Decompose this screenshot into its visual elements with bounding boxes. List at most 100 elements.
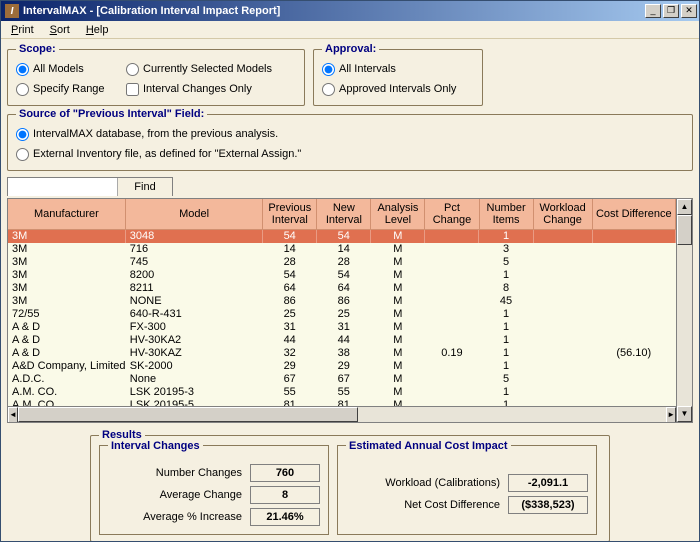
col-analysis-level[interactable]: Analysis Level xyxy=(371,199,425,230)
table-row[interactable]: 3M7452828M5 xyxy=(8,256,676,269)
cell: A&D Company, Limited xyxy=(8,360,126,373)
cell xyxy=(425,373,479,386)
cell: A.M. CO. xyxy=(8,399,126,406)
cell xyxy=(425,386,479,399)
cell: 1 xyxy=(479,399,533,406)
v-scroll-thumb[interactable] xyxy=(677,215,692,245)
table-row[interactable]: 3M82116464M8 xyxy=(8,282,676,295)
cell: 31 xyxy=(317,321,371,334)
cell: 81 xyxy=(317,399,371,406)
table-row[interactable]: 3M7161414M3 xyxy=(8,243,676,256)
cell: 716 xyxy=(126,243,263,256)
cell: 54 xyxy=(263,269,317,282)
col-number-items[interactable]: Number Items xyxy=(480,199,534,230)
menu-sort[interactable]: Sort xyxy=(44,23,76,37)
cell xyxy=(425,360,479,373)
cell: 54 xyxy=(263,230,317,243)
col-cost-difference[interactable]: Cost Difference xyxy=(593,199,676,230)
cell xyxy=(534,243,593,256)
opt-all-models[interactable]: All Models xyxy=(16,61,126,77)
table-row[interactable]: 72/55640-R-4312525M1 xyxy=(8,308,676,321)
number-changes-value: 760 xyxy=(250,464,320,482)
cell: 28 xyxy=(263,256,317,269)
cell: 38 xyxy=(317,347,371,360)
close-window-button[interactable]: ✕ xyxy=(681,4,697,18)
cell xyxy=(593,373,676,386)
minimize-button[interactable]: _ xyxy=(645,4,661,18)
cell: 8211 xyxy=(126,282,263,295)
cell: 1 xyxy=(479,347,533,360)
col-previous-interval[interactable]: Previous Interval xyxy=(263,199,317,230)
cell: HV-30KAZ xyxy=(126,347,263,360)
table-body: 3M30485454M13M7161414M33M7452828M53M8200… xyxy=(8,230,676,406)
h-scroll-thumb[interactable] xyxy=(18,407,358,422)
table-row[interactable]: 3M30485454M1 xyxy=(8,230,676,243)
col-model[interactable]: Model xyxy=(126,199,263,230)
cell: A.D.C. xyxy=(8,373,126,386)
opt-source-db[interactable]: IntervalMAX database, from the previous … xyxy=(16,126,684,142)
opt-specify-range[interactable]: Specify Range xyxy=(16,81,126,97)
table-row[interactable]: A.M. CO.LSK 20195-58181M1 xyxy=(8,399,676,406)
cell xyxy=(593,321,676,334)
vertical-scrollbar[interactable]: ▲ ▼ xyxy=(676,199,692,422)
cell xyxy=(593,230,676,243)
table-row[interactable]: A&D Company, LimitedSK-20002929M1 xyxy=(8,360,676,373)
source-legend: Source of "Previous Interval" Field: xyxy=(16,108,207,120)
col-pct-change[interactable]: Pct Change xyxy=(425,199,479,230)
col-manufacturer[interactable]: Manufacturer xyxy=(8,199,126,230)
cell: 25 xyxy=(263,308,317,321)
cell xyxy=(534,373,593,386)
opt-interval-changes-only[interactable]: Interval Changes Only xyxy=(126,81,296,97)
cell: 45 xyxy=(479,295,533,308)
cell: 31 xyxy=(263,321,317,334)
cell: 32 xyxy=(263,347,317,360)
approval-legend: Approval: xyxy=(322,43,379,55)
menu-help[interactable]: Help xyxy=(80,23,115,37)
cell: 67 xyxy=(263,373,317,386)
netcost-value: ($338,523) xyxy=(508,496,588,514)
scroll-down-button[interactable]: ▼ xyxy=(677,406,692,422)
table-row[interactable]: A.M. CO.LSK 20195-35555M1 xyxy=(8,386,676,399)
cell: 3M xyxy=(8,269,126,282)
find-label[interactable]: Find xyxy=(118,178,172,196)
cell: FX-300 xyxy=(126,321,263,334)
find-input[interactable] xyxy=(8,178,118,196)
menu-print[interactable]: Print xyxy=(5,23,40,37)
cell: A & D xyxy=(8,334,126,347)
opt-source-ext[interactable]: External Inventory file, as defined for … xyxy=(16,146,684,162)
col-new-interval[interactable]: New Interval xyxy=(317,199,371,230)
opt-approved-only[interactable]: Approved Intervals Only xyxy=(322,81,474,97)
table-row[interactable]: 3MNONE8686M45 xyxy=(8,295,676,308)
table-row[interactable]: 3M82005454M1 xyxy=(8,269,676,282)
cell: 29 xyxy=(263,360,317,373)
cell: 81 xyxy=(263,399,317,406)
cell xyxy=(425,282,479,295)
table-row[interactable]: A & DHV-30KAZ3238M0.191(56.10) xyxy=(8,347,676,360)
cell: 1 xyxy=(479,308,533,321)
scroll-left-button[interactable]: ◄ xyxy=(8,407,18,422)
opt-currently-selected[interactable]: Currently Selected Models xyxy=(126,61,296,77)
cell: 14 xyxy=(317,243,371,256)
cell: (56.10) xyxy=(593,347,676,360)
scope-legend: Scope: xyxy=(16,43,59,55)
cell: 67 xyxy=(317,373,371,386)
table-row[interactable]: A.D.C.None6767M5 xyxy=(8,373,676,386)
cell: M xyxy=(371,230,425,243)
cell xyxy=(534,360,593,373)
cell xyxy=(425,321,479,334)
col-workload-change[interactable]: Workload Change xyxy=(534,199,593,230)
scroll-right-button[interactable]: ► xyxy=(666,407,676,422)
opt-all-intervals[interactable]: All Intervals xyxy=(322,61,474,77)
cell: 54 xyxy=(317,269,371,282)
table-row[interactable]: A & DHV-30KA24444M1 xyxy=(8,334,676,347)
cell: 3M xyxy=(8,243,126,256)
maximize-button[interactable]: ❐ xyxy=(663,4,679,18)
data-table: Manufacturer Model Previous Interval New… xyxy=(7,198,693,423)
horizontal-scrollbar[interactable]: ◄ ► xyxy=(8,406,676,422)
table-row[interactable]: A & DFX-3003131M1 xyxy=(8,321,676,334)
find-bar: Find xyxy=(7,177,693,196)
cell: 8 xyxy=(479,282,533,295)
approval-group: Approval: All Intervals Approved Interva… xyxy=(313,43,483,106)
scroll-up-button[interactable]: ▲ xyxy=(677,199,692,215)
cell: 29 xyxy=(317,360,371,373)
